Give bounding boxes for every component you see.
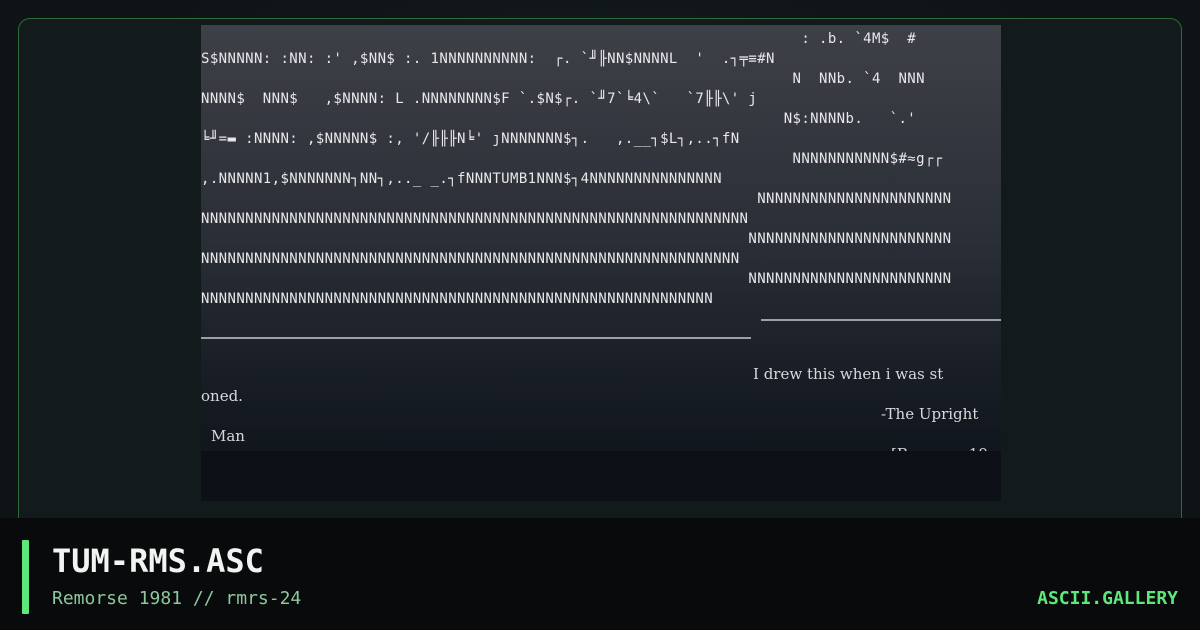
ascii-art-text: : .b. `4M$ # S$NNNNN: :NN: :' ,$NN$ :. 1…	[201, 31, 952, 307]
accent-bar	[22, 540, 29, 614]
ascii-divider-right	[761, 319, 1001, 321]
artwork-title: TUM-RMS.ASC	[52, 542, 264, 580]
ascii-artwork-preview: : .b. `4M$ # S$NNNNN: :NN: :' ,$NN$ :. 1…	[201, 25, 1001, 501]
artwork-note-line: I drew this when i was st	[753, 365, 944, 383]
artwork-bottom-fade	[201, 451, 1001, 501]
footer-bar: TUM-RMS.ASC Remorse 1981 // rmrs-24 ASCI…	[0, 518, 1200, 630]
ascii-divider-left	[201, 337, 751, 339]
artwork-note-line: Man	[211, 427, 245, 445]
artwork-signature: -The Upright	[881, 405, 979, 423]
brand-logo-text[interactable]: ASCII.GALLERY	[1037, 588, 1178, 609]
artwork-subtitle: Remorse 1981 // rmrs-24	[52, 588, 302, 609]
artwork-note-line: oned.	[201, 387, 243, 405]
